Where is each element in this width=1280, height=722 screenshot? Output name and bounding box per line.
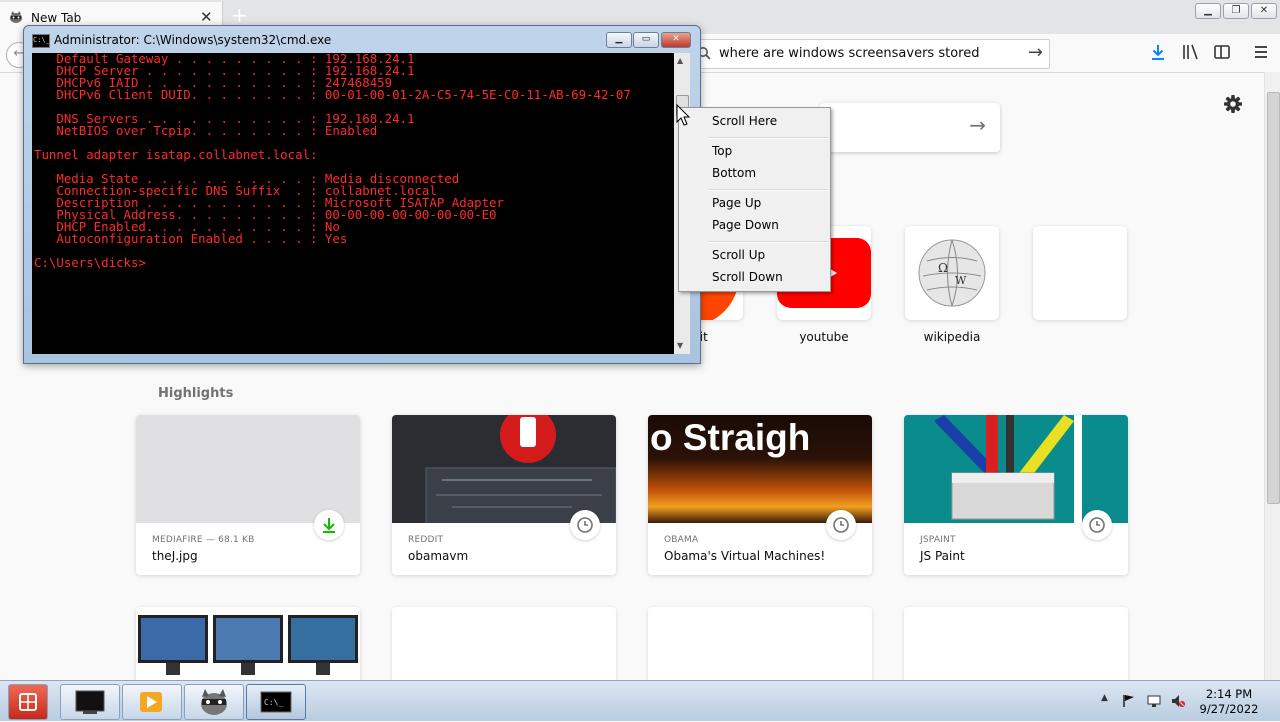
taskbar-media-player-app[interactable] xyxy=(122,684,182,720)
windows-logo-icon xyxy=(19,693,37,711)
system-clock[interactable]: 2:14 PM 9/27/2022 xyxy=(1196,687,1262,717)
tab-title: New Tab xyxy=(31,11,82,25)
clock-date: 9/27/2022 xyxy=(1199,702,1259,716)
cmd-app-icon: C:\_ xyxy=(32,34,50,48)
clock-icon xyxy=(1082,510,1112,540)
wikipedia-globe-icon: Ω W xyxy=(918,239,986,307)
highlight-card-empty xyxy=(392,607,616,687)
cmd-console[interactable]: Default Gateway . . . . . . . . . : 192.… xyxy=(32,53,674,354)
cmd-output-line: DHCPv6 Client DUID. . . . . . . . : 00-0… xyxy=(34,87,631,102)
cmd-close-button[interactable]: ✕ xyxy=(661,32,691,48)
new-tab-button[interactable]: + xyxy=(231,5,248,25)
cmd-maximize-button[interactable]: ▭ xyxy=(633,32,659,48)
highlight-card-monitors[interactable] xyxy=(136,607,360,687)
settings-gear-icon[interactable] xyxy=(1223,94,1243,114)
menu-separator xyxy=(709,189,828,191)
card-context: REDDIT xyxy=(408,535,444,545)
url-bar[interactable]: where are windows screensavers stored → xyxy=(688,39,1050,69)
newtab-search-box[interactable]: → xyxy=(820,103,1000,152)
volume-muted-icon[interactable] xyxy=(1171,694,1185,708)
card-thumbnail xyxy=(904,415,1128,523)
tab-close-icon[interactable]: ✕ xyxy=(200,10,213,25)
scroll-up-arrow-icon[interactable]: ▲ xyxy=(677,56,683,65)
url-text[interactable]: where are windows screensavers stored xyxy=(719,46,979,61)
taskbar-raccoon-app[interactable] xyxy=(184,684,244,720)
menu-item-scroll-up[interactable]: Scroll Up xyxy=(712,248,765,262)
menu-item-top[interactable]: Top xyxy=(712,144,732,158)
show-hidden-icons-icon[interactable]: ▲ xyxy=(1101,693,1108,703)
downloads-icon[interactable] xyxy=(1149,43,1167,61)
media-player-icon xyxy=(140,692,162,712)
cmd-window-title: Administrator: C:\Windows\system32\cmd.e… xyxy=(54,33,332,47)
highlight-card-empty xyxy=(648,607,872,687)
sidebar-icon[interactable] xyxy=(1213,43,1231,61)
raccoon-icon xyxy=(10,11,22,23)
go-arrow-icon[interactable]: → xyxy=(1028,43,1043,63)
card-thumbnail xyxy=(136,415,360,523)
network-icon[interactable] xyxy=(1147,694,1161,708)
menu-item-page-up[interactable]: Page Up xyxy=(712,196,761,210)
card-thumbnail xyxy=(392,415,616,523)
menu-separator xyxy=(709,137,828,139)
card-title: obamavm xyxy=(408,549,469,563)
menu-item-bottom[interactable]: Bottom xyxy=(712,166,756,180)
library-icon[interactable] xyxy=(1181,43,1199,61)
card-context: OBAMA xyxy=(664,535,699,545)
clock-icon xyxy=(570,510,600,540)
menu-item-scroll-here[interactable]: Scroll Here xyxy=(712,114,777,128)
search-arrow-icon[interactable]: → xyxy=(969,115,986,135)
restore-button[interactable]: ❐ xyxy=(1223,3,1249,19)
mouse-cursor-icon xyxy=(676,104,690,126)
windows-taskbar: C:\_ ▲ 2:14 PM 9/27/2022 xyxy=(0,680,1280,721)
card-context: JSPAINT xyxy=(920,535,956,545)
menu-item-scroll-down[interactable]: Scroll Down xyxy=(712,270,783,284)
highlight-card-obama[interactable]: o Straigh OBAMA Obama's Virtual Machines… xyxy=(648,415,872,575)
clock-time: 2:14 PM xyxy=(1205,687,1253,701)
download-icon xyxy=(314,510,344,540)
raccoon-icon xyxy=(201,689,227,715)
svg-text:W: W xyxy=(955,274,967,287)
svg-text:Ω: Ω xyxy=(938,261,948,275)
scroll-down-arrow-icon[interactable]: ▼ xyxy=(677,341,683,350)
cmd-icon: C:\_ xyxy=(260,691,292,713)
top-site-empty[interactable] xyxy=(1033,226,1127,320)
hamburger-menu-icon[interactable] xyxy=(1252,43,1270,61)
cmd-output-line: Autoconfiguration Enabled . . . . : Yes xyxy=(34,231,348,246)
action-center-flag-icon[interactable] xyxy=(1122,694,1136,708)
cmd-minimize-button[interactable]: ▁ xyxy=(606,32,632,48)
top-site-wikipedia[interactable]: Ω W xyxy=(905,226,999,320)
menu-item-page-down[interactable]: Page Down xyxy=(712,218,779,232)
minimize-button[interactable]: ▁ xyxy=(1195,3,1221,19)
highlight-card-empty xyxy=(904,607,1128,687)
cmd-output: Default Gateway . . . . . . . . . : 192.… xyxy=(32,53,674,269)
taskbar-terminal-app[interactable] xyxy=(60,684,120,720)
monitors-thumbnail xyxy=(138,615,358,675)
scrollbar-context-menu: Scroll Here Top Bottom Page Up Page Down… xyxy=(678,107,831,292)
card-title: Obama's Virtual Machines! xyxy=(664,549,826,563)
highlights-heading: Highlights xyxy=(158,386,234,401)
card-thumbnail: o Straigh xyxy=(648,415,872,523)
monitor-icon xyxy=(75,690,105,714)
page-scrollbar[interactable] xyxy=(1264,72,1280,680)
highlight-card-jspaint[interactable]: JSPAINT JS Paint xyxy=(904,415,1128,575)
card-title: theJ.jpg xyxy=(152,549,198,563)
cmd-output-line: NetBIOS over Tcpip. . . . . . . . : Enab… xyxy=(34,123,378,138)
clock-icon xyxy=(826,510,856,540)
svg-text:C:\_: C:\_ xyxy=(264,698,283,707)
cmd-window[interactable]: C:\_ Administrator: C:\Windows\system32\… xyxy=(23,25,701,364)
close-window-button[interactable]: ✕ xyxy=(1251,3,1277,19)
top-site-label: wikipedia xyxy=(923,330,981,344)
start-button[interactable] xyxy=(8,684,48,720)
highlight-card-thej[interactable]: MEDIAFIRE — 68.1 KB theJ.jpg xyxy=(136,415,360,575)
card-image-text: o Straigh xyxy=(650,417,811,458)
cmd-output-line: C:\Users\dicks> xyxy=(34,255,146,270)
top-site-label: youtube xyxy=(799,330,849,344)
cmd-output-line: Tunnel adapter isatap.collabnet.local: xyxy=(34,147,318,162)
card-title: JS Paint xyxy=(920,549,965,563)
card-context: MEDIAFIRE — 68.1 KB xyxy=(152,535,255,545)
taskbar-cmd-app[interactable]: C:\_ xyxy=(246,684,306,720)
highlight-card-obamavm[interactable]: REDDIT obamavm xyxy=(392,415,616,575)
menu-separator xyxy=(709,241,828,243)
page-scroll-thumb[interactable] xyxy=(1267,92,1280,504)
